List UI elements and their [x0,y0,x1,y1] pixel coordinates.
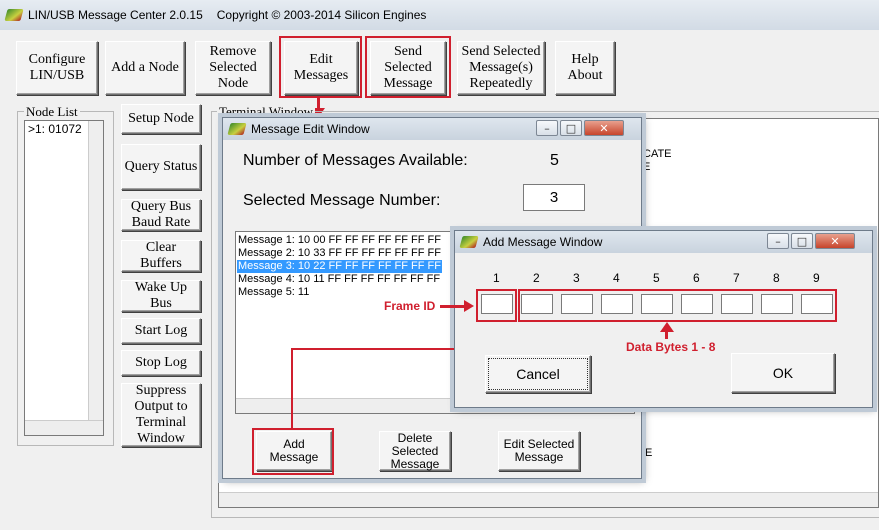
node-list-label: Node List [24,104,80,120]
available-label: Number of Messages Available: [243,152,468,169]
byte-column-number: 7 [733,271,740,285]
delete-message-button[interactable]: Delete Selected Message [379,431,451,471]
cancel-button[interactable]: Cancel [485,355,591,393]
node-list-box[interactable]: >1: 01072 [24,120,104,436]
help-about-button[interactable]: Help About [555,41,615,95]
byte-column-number: 5 [653,271,660,285]
app-copyright: Copyright © 2003-2014 Silicon Engines [216,8,427,22]
byte-column-number: 6 [693,271,700,285]
terminal-hscroll[interactable] [219,492,878,507]
data-bytes-annotation: Data Bytes 1 - 8 [626,340,716,354]
frame-id-highlight [476,289,517,322]
add-message-highlight [252,428,334,475]
selected-number-label: Selected Message Number: [243,192,441,209]
byte-column-number: 3 [573,271,580,285]
app-logo-icon [227,123,247,135]
close-icon[interactable]: ✕ [815,233,855,249]
frame-id-arrow-line [440,305,466,308]
suppress-output-button[interactable]: Suppress Output to Terminal Window [121,383,201,447]
connector-vertical [291,348,293,430]
available-value: 5 [550,152,559,169]
send-repeat-button[interactable]: Send Selected Message(s) Repeatedly [457,41,545,95]
configure-button[interactable]: Configure LIN/USB [16,41,98,95]
edit-selected-button[interactable]: Edit Selected Message [498,431,580,471]
ok-button[interactable]: OK [731,353,835,393]
data-bytes-arrow-line [665,331,668,339]
minimize-icon[interactable]: – [767,233,789,249]
minimize-icon[interactable]: – [536,120,558,136]
byte-column-number: 1 [493,271,500,285]
setup-node-button[interactable]: Setup Node [121,104,201,134]
selected-number-input[interactable]: 3 [523,184,585,211]
clear-buffers-button[interactable]: Clear Buffers [121,240,201,272]
wake-up-button[interactable]: Wake Up Bus [121,280,201,312]
app-logo-icon [4,9,24,21]
edit-messages-highlight [279,36,362,98]
message-edit-title: Message Edit Window [251,122,370,136]
start-log-button[interactable]: Start Log [121,318,201,344]
data-bytes-highlight [518,289,837,322]
app-title: LIN/USB Message Center 2.0.15 [28,8,203,22]
app-logo-icon [459,236,479,248]
main-title-bar: LIN/USB Message Center 2.0.15 Copyright … [0,0,879,30]
query-baud-button[interactable]: Query Bus Baud Rate [121,199,201,231]
frame-id-arrow-head [464,300,474,312]
maximize-icon[interactable]: □ [791,233,813,249]
close-icon[interactable]: ✕ [584,120,624,136]
byte-column-number: 2 [533,271,540,285]
terminal-fragment: CATE [643,148,672,160]
node-list-scrollbar[interactable] [88,121,103,435]
node-list-hscroll[interactable] [25,420,103,435]
remove-node-button[interactable]: Remove Selected Node [195,41,271,95]
byte-column-number: 4 [613,271,620,285]
add-message-title: Add Message Window [483,235,603,249]
terminal-fragment: E [645,447,653,459]
send-selected-highlight [365,36,451,98]
add-node-button[interactable]: Add a Node [105,41,185,95]
maximize-icon[interactable]: □ [560,120,582,136]
byte-column-number: 9 [813,271,820,285]
connector-horizontal [291,348,454,350]
terminal-fragment: E [643,161,651,173]
byte-column-number: 8 [773,271,780,285]
frame-id-annotation: Frame ID [384,299,436,313]
stop-log-button[interactable]: Stop Log [121,350,201,376]
message-list-item[interactable]: Message 3: 10 22 FF FF FF FF FF FF FF [237,260,442,273]
query-status-button[interactable]: Query Status [121,144,201,190]
